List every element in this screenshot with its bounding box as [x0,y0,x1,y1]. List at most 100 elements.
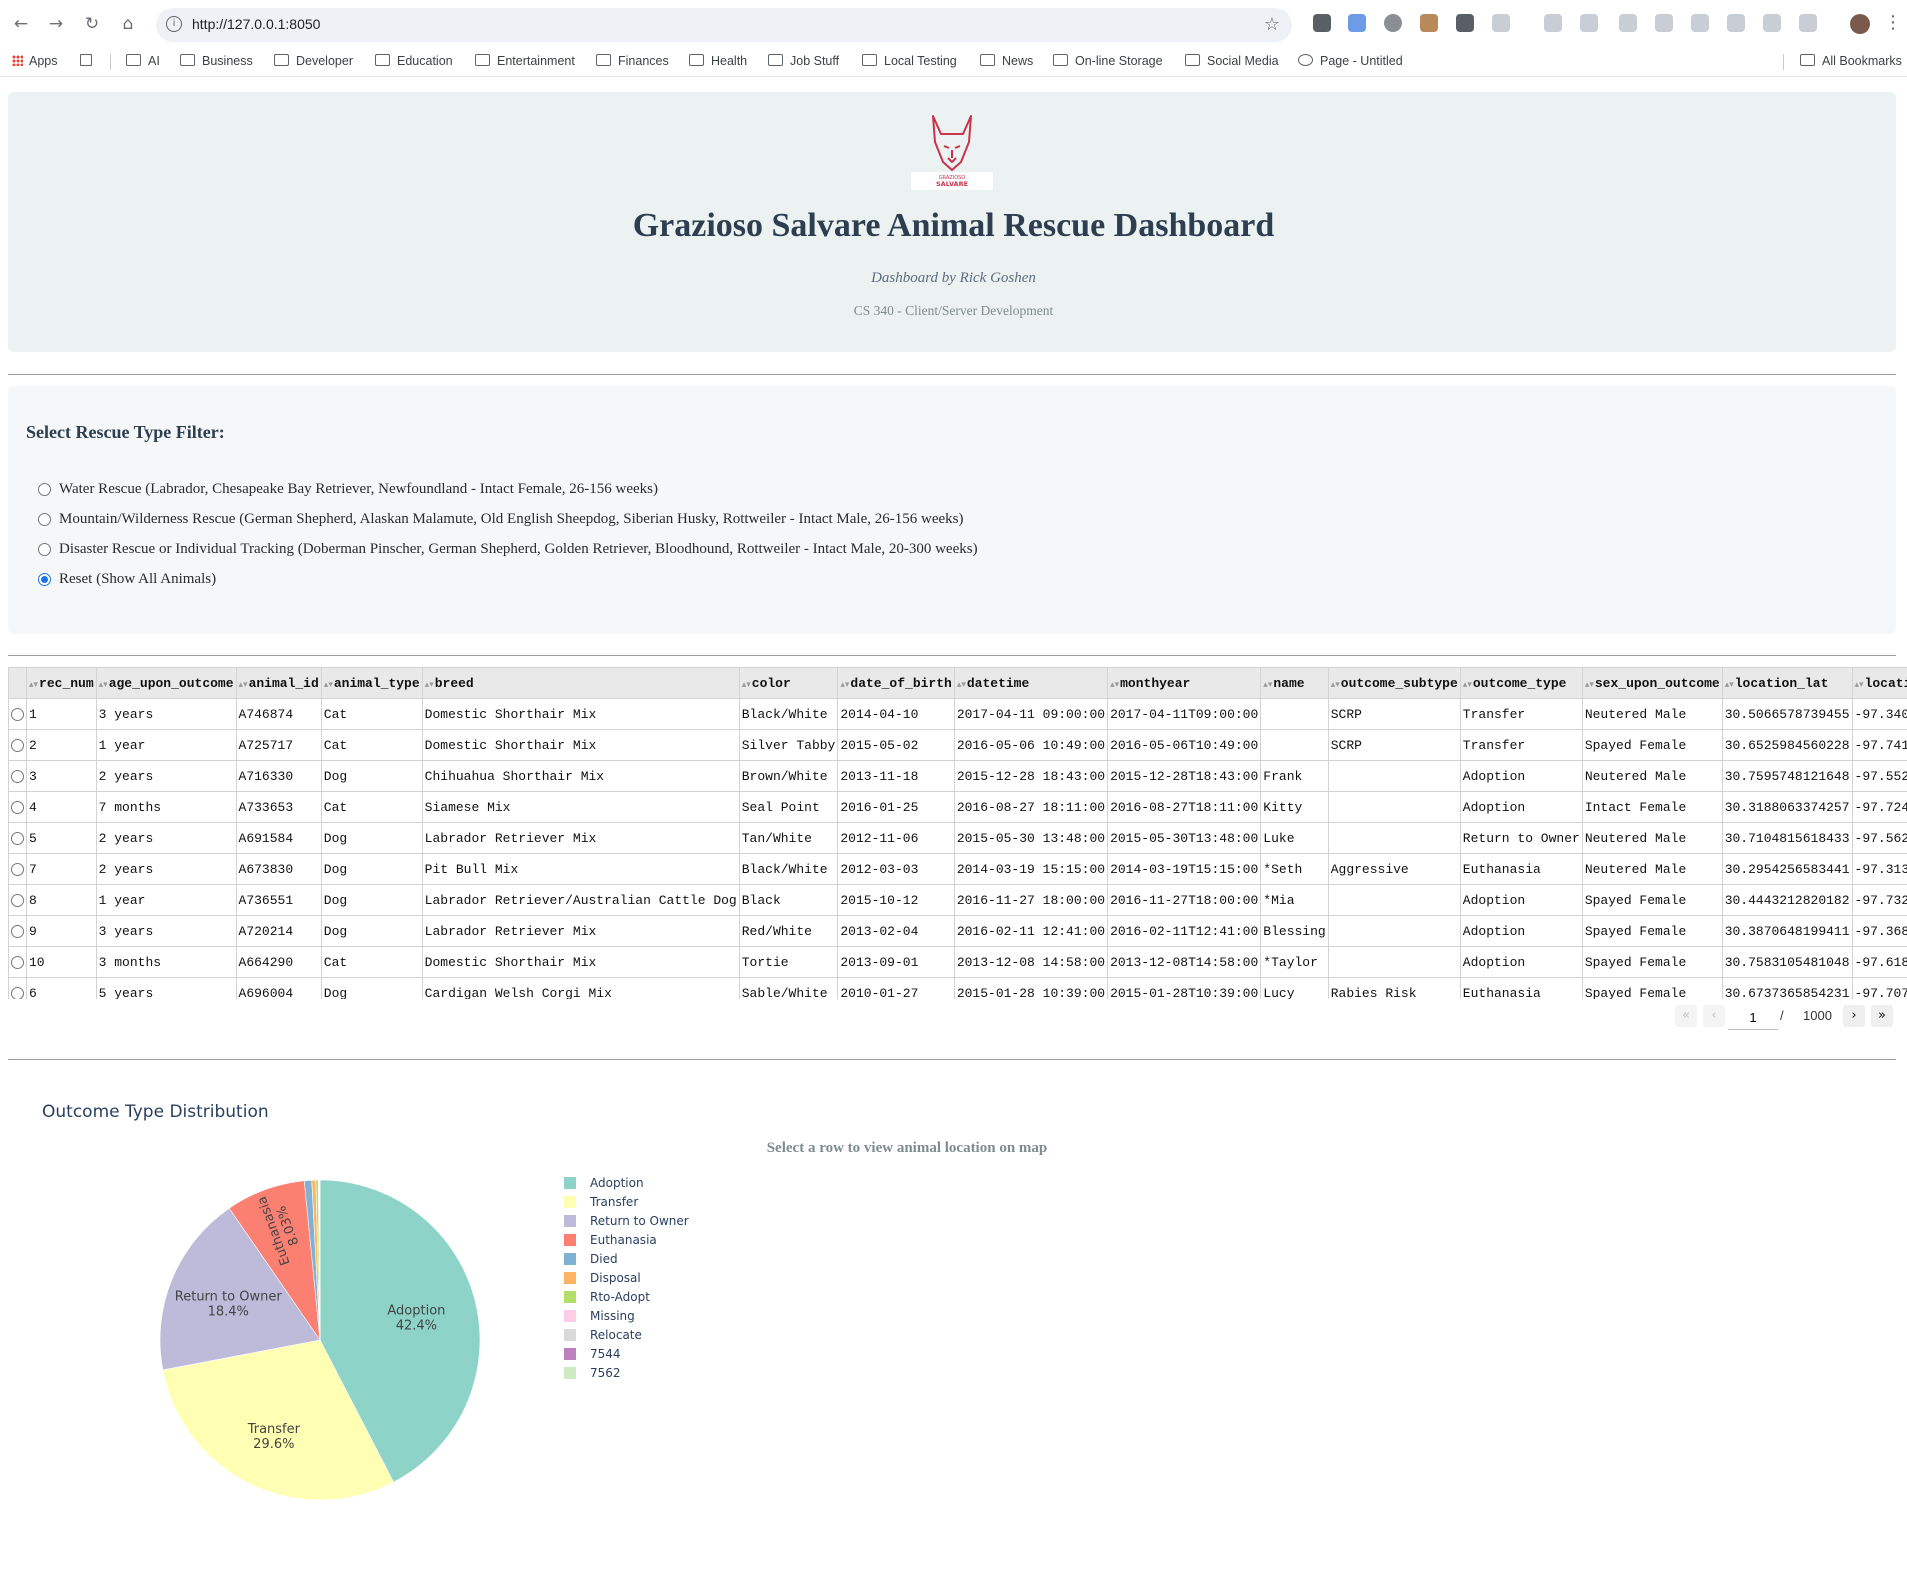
column-header-date-of-birth[interactable]: ▴▾date_of_birth [837,667,955,699]
legend-item[interactable]: Relocate [564,1328,689,1347]
sort-icon[interactable]: ▴▾ [742,680,751,690]
column-header-outcome-type[interactable]: ▴▾outcome_type [1459,667,1583,699]
column-header-monthyear[interactable]: ▴▾monthyear [1107,667,1262,699]
bookmark-star-icon[interactable]: ☆ [1264,14,1280,35]
sort-icon[interactable]: ▴▾ [957,680,966,690]
column-header-sex-upon-outcome[interactable]: ▴▾sex_upon_outcome [1581,667,1723,699]
column-header-rec-num[interactable]: ▴▾rec_num [26,667,97,699]
radio-button[interactable] [38,483,51,496]
column-header-location-lat[interactable]: ▴▾location_lat [1721,667,1853,699]
table-row[interactable]: 52 years A691584 Dog Labrador Retriever Mix… [8,822,1907,854]
row-select-radio[interactable] [11,738,24,752]
screenshot-icon[interactable] [1727,14,1745,32]
spy-extension-icon[interactable] [1544,14,1562,32]
bookmark-folder-finances[interactable]: Finances [596,54,669,68]
trash-icon[interactable] [1799,14,1817,32]
legend-item[interactable]: Transfer [564,1195,689,1214]
sort-icon[interactable]: ▴▾ [1585,680,1594,690]
sort-icon[interactable]: ▴▾ [1263,680,1272,690]
bookmark-folder-local-testing[interactable]: Local Testing [862,54,957,68]
legend-item[interactable]: 7544 [564,1347,689,1366]
sort-icon[interactable]: ▴▾ [239,680,248,690]
table-row[interactable]: 32 years A716330 Dog Chihuahua Shorthair Mi… [8,760,1907,792]
bookmark-folder-online-storage[interactable]: On-line Storage [1053,54,1163,68]
bookmark-folder-entertainment[interactable]: Entertainment [475,54,575,68]
table-row[interactable]: 13 years A746874 Cat Domestic Shorthair Mix… [8,698,1907,730]
back-arrow-icon[interactable]: ← [10,13,32,35]
table-row[interactable]: 93 years A720214 Dog Labrador Retriever Mix… [8,915,1907,947]
row-select-radio[interactable] [11,893,24,907]
sort-icon[interactable]: ▴▾ [1725,680,1734,690]
legend-item[interactable]: Missing [564,1309,689,1328]
history-icon[interactable] [1763,14,1781,32]
translate-page-icon[interactable] [1655,14,1673,32]
bookmark-folder-business[interactable]: Business [180,54,253,68]
notion-extension-icon[interactable] [1313,14,1331,32]
table-row[interactable]: 21 year A725717 Cat Domestic Shorthair Mix S… [8,729,1907,761]
dark-extension-icon[interactable] [1456,14,1474,32]
grammar-extension-icon[interactable] [1384,14,1402,32]
forward-arrow-icon[interactable]: → [45,13,67,35]
legend-item[interactable]: Disposal [564,1271,689,1290]
radio-button[interactable] [38,543,51,556]
bookmark-folder-education[interactable]: Education [375,54,453,68]
sort-icon[interactable]: ▴▾ [29,680,38,690]
column-header-location-long[interactable]: ▴▾location_long [1851,667,1907,699]
home-icon[interactable]: ⌂ [117,13,139,35]
url-text[interactable]: http://127.0.0.1:8050 [192,16,320,32]
profile-avatar[interactable] [1850,14,1870,34]
sort-icon[interactable]: ▴▾ [1331,680,1340,690]
column-header-animal-id[interactable]: ▴▾animal_id [235,667,322,699]
legend-item[interactable]: Died [564,1252,689,1271]
translate-extension-icon[interactable] [1348,14,1366,32]
reload-icon[interactable]: ↻ [81,13,103,35]
column-header-animal-type[interactable]: ▴▾animal_type [320,667,423,699]
column-header-breed[interactable]: ▴▾breed [421,667,740,699]
column-header-outcome-subtype[interactable]: ▴▾outcome_subtype [1327,667,1461,699]
row-select-radio[interactable] [11,800,24,814]
column-header-age-upon-outcome[interactable]: ▴▾age_upon_outcome [95,667,237,699]
bookmark-folder-developer[interactable]: Developer [274,54,353,68]
bookmark-folder-social-media[interactable]: Social Media [1185,54,1279,68]
favorites-icon[interactable] [1580,14,1598,32]
bookmark-page-untitled[interactable]: Page - Untitled [1298,54,1403,68]
site-info-icon[interactable]: i [166,16,182,32]
download-icon[interactable] [1619,14,1637,32]
radio-button[interactable] [38,513,51,526]
row-select-radio[interactable] [11,862,24,876]
row-select-radio[interactable] [11,831,24,845]
row-select-radio[interactable] [11,986,24,999]
table-row[interactable]: 65 years A696004 Dog Cardigan Welsh Corgi M… [8,977,1907,999]
row-select-radio[interactable] [11,924,24,938]
bookmark-apps[interactable]: Apps [12,54,58,68]
row-select-radio[interactable] [11,955,24,969]
bookmark-folder-job-stuff[interactable]: Job Stuff [768,54,839,68]
column-header-datetime[interactable]: ▴▾datetime [953,667,1109,699]
table-row[interactable]: 10 3 months A664290 Cat Domestic Shorthair M… [8,946,1907,978]
bookmark-folder-ai[interactable]: AI [126,54,160,68]
browser-menu-icon[interactable]: ⋮ [1884,12,1902,33]
sort-icon[interactable]: ▴▾ [324,680,333,690]
legend-item[interactable]: Euthanasia [564,1233,689,1252]
row-select-radio[interactable] [11,769,24,783]
tab-groups-icon[interactable] [80,54,99,68]
legend-item[interactable]: Rto-Adopt [564,1290,689,1309]
sort-icon[interactable]: ▴▾ [1110,680,1119,690]
bookmark-all[interactable]: All Bookmarks [1800,54,1902,68]
table-row[interactable]: 81 year A736551 Dog Labrador Retriever/Aust… [8,884,1907,916]
bookmark-folder-health[interactable]: Health [689,54,747,68]
sort-icon[interactable]: ▴▾ [1855,680,1864,690]
puzzle-extensions-icon[interactable] [1492,14,1510,32]
last-page-button[interactable]: » [1871,1005,1893,1027]
legend-item[interactable]: Adoption [564,1176,689,1195]
table-row[interactable]: 47 months A733653 Cat Siamese Mix Seal Point… [8,791,1907,823]
next-page-button[interactable]: › [1843,1005,1865,1027]
row-select-radio[interactable] [11,707,24,721]
column-header-name[interactable]: ▴▾name [1260,667,1329,699]
legend-item[interactable]: Return to Owner [564,1214,689,1233]
sort-icon[interactable]: ▴▾ [840,680,849,690]
bookmark-folder-news[interactable]: News [980,54,1033,68]
devtools-code-icon[interactable] [1691,14,1709,32]
sort-icon[interactable]: ▴▾ [99,680,108,690]
first-page-button[interactable]: « [1675,1005,1697,1027]
